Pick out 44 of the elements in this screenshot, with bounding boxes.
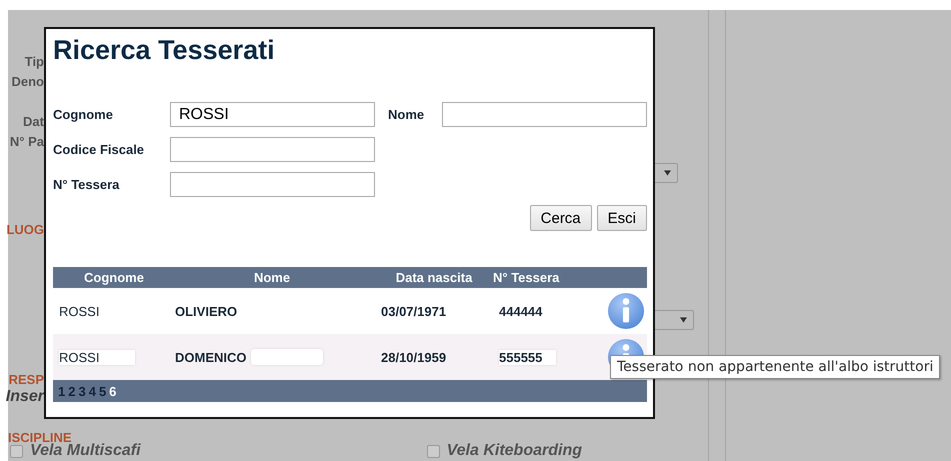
- column-header: Data nascita: [394, 270, 474, 285]
- column-header: Cognome: [83, 270, 145, 285]
- background-label: N° Pa: [10, 134, 44, 149]
- table-cell: DOMENICO: [175, 350, 246, 364]
- field-label: Nome: [388, 107, 426, 122]
- field-label: Cognome: [53, 107, 114, 122]
- field-label: N° Tessera: [53, 177, 120, 192]
- table-cell: 03/07/1971: [381, 304, 446, 318]
- background-label: LUOG: [6, 222, 44, 237]
- dropdown-arrow-icon: [664, 170, 671, 176]
- background-label: RESP: [8, 372, 44, 387]
- page-link[interactable]: 4: [88, 384, 96, 398]
- background-label: Dat: [23, 114, 44, 129]
- background-label: ISCIPLINE: [8, 430, 72, 445]
- page-link[interactable]: 6: [109, 384, 116, 398]
- input-field[interactable]: [442, 102, 647, 127]
- dialog-button[interactable]: Cerca: [530, 205, 592, 231]
- background-label: Deno: [12, 74, 44, 89]
- info-icon[interactable]: [606, 292, 644, 330]
- discipline-label: Vela Multiscafi: [30, 442, 141, 460]
- page-link[interactable]: 1: [58, 384, 66, 398]
- background-label: Tip: [24, 54, 44, 69]
- page-link[interactable]: 2: [68, 384, 76, 398]
- input-field[interactable]: [170, 137, 375, 162]
- page-link[interactable]: 3: [78, 384, 86, 398]
- field-label: Codice Fiscale: [53, 142, 146, 157]
- dialog-title: Ricerca Tesserati: [53, 35, 276, 66]
- table-cell: 28/10/1959: [381, 350, 446, 364]
- column-header: N° Tessera: [493, 270, 560, 285]
- page-link[interactable]: 5: [98, 384, 106, 398]
- input-field[interactable]: [170, 172, 375, 197]
- background-label: Inser: [6, 388, 44, 406]
- discipline-checkbox[interactable]: Vela Multiscafi: [10, 442, 141, 460]
- redaction-block: [250, 349, 322, 365]
- dropdown-arrow-icon: [680, 317, 687, 323]
- dialog-button[interactable]: Esci: [596, 205, 647, 231]
- column-header: Nome: [252, 270, 292, 285]
- table-cell: OLIVIERO: [175, 304, 238, 318]
- table-cell: 555555: [499, 350, 556, 364]
- tooltip: Tesserato non appartenente all'albo istruttori: [610, 355, 940, 379]
- table-cell: 444444: [499, 304, 542, 318]
- table-cell: ROSSI: [59, 350, 136, 364]
- table-cell: ROSSI: [59, 304, 100, 318]
- input-field[interactable]: ROSSI: [170, 102, 375, 127]
